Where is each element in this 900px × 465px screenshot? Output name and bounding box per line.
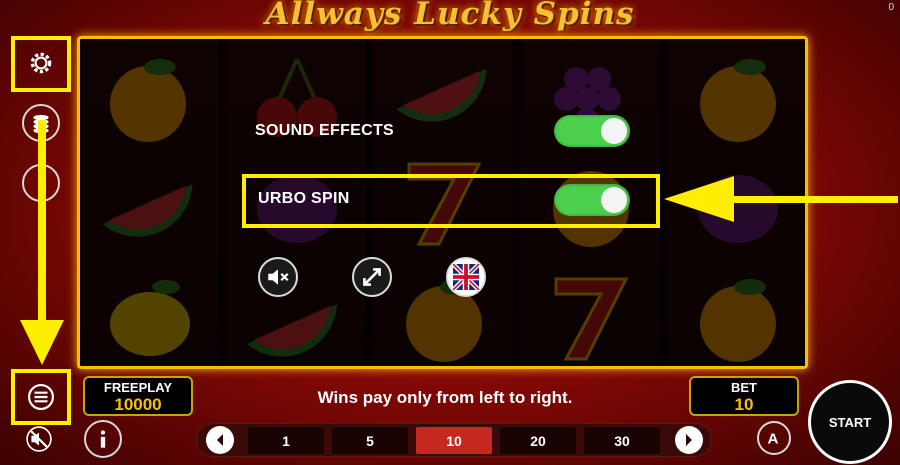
sound-muted-icon[interactable] bbox=[20, 420, 58, 458]
bet-box: BET 10 bbox=[689, 376, 799, 416]
chevron-left-icon[interactable] bbox=[206, 426, 234, 454]
sound-muted-icon[interactable] bbox=[258, 257, 298, 297]
sound-effects-toggle[interactable] bbox=[554, 115, 630, 147]
bet-option-5[interactable]: 5 bbox=[332, 427, 408, 454]
bet-label: BET bbox=[731, 380, 757, 395]
menu-highlight-box bbox=[11, 369, 71, 425]
svg-text:A: A bbox=[768, 430, 779, 447]
sound-effects-label: SOUND EFFECTS bbox=[255, 122, 395, 139]
wins-info-text: Wins pay only from left to right. bbox=[317, 388, 573, 407]
bet-option-20[interactable]: 20 bbox=[500, 427, 576, 454]
down-arrow-annotation bbox=[20, 120, 64, 365]
bet-option-1[interactable]: 1 bbox=[248, 427, 324, 454]
autoplay-icon[interactable]: A bbox=[757, 421, 791, 455]
bet-option-30[interactable]: 30 bbox=[584, 427, 660, 454]
corner-counter: 0 bbox=[888, 2, 894, 13]
freeplay-box: FREEPLAY 10000 bbox=[83, 376, 193, 416]
freeplay-label: FREEPLAY bbox=[103, 380, 173, 395]
info-icon[interactable] bbox=[84, 420, 122, 458]
start-label: START bbox=[828, 414, 872, 430]
fullscreen-icon[interactable] bbox=[352, 257, 392, 297]
uk-flag-icon[interactable] bbox=[446, 257, 486, 297]
turbo-spin-highlight-box bbox=[242, 174, 660, 228]
bet-value: 10 bbox=[734, 395, 754, 414]
freeplay-value: 10000 bbox=[114, 395, 162, 414]
left-arrow-annotation bbox=[664, 176, 898, 222]
toggle-knob bbox=[601, 118, 627, 144]
game-title: Allways Lucky Spins bbox=[265, 0, 635, 32]
start-button[interactable]: START bbox=[808, 380, 892, 464]
chevron-right-icon[interactable] bbox=[675, 426, 703, 454]
bet-option-10[interactable]: 10 bbox=[416, 427, 492, 454]
gear-highlight-box bbox=[11, 36, 71, 92]
